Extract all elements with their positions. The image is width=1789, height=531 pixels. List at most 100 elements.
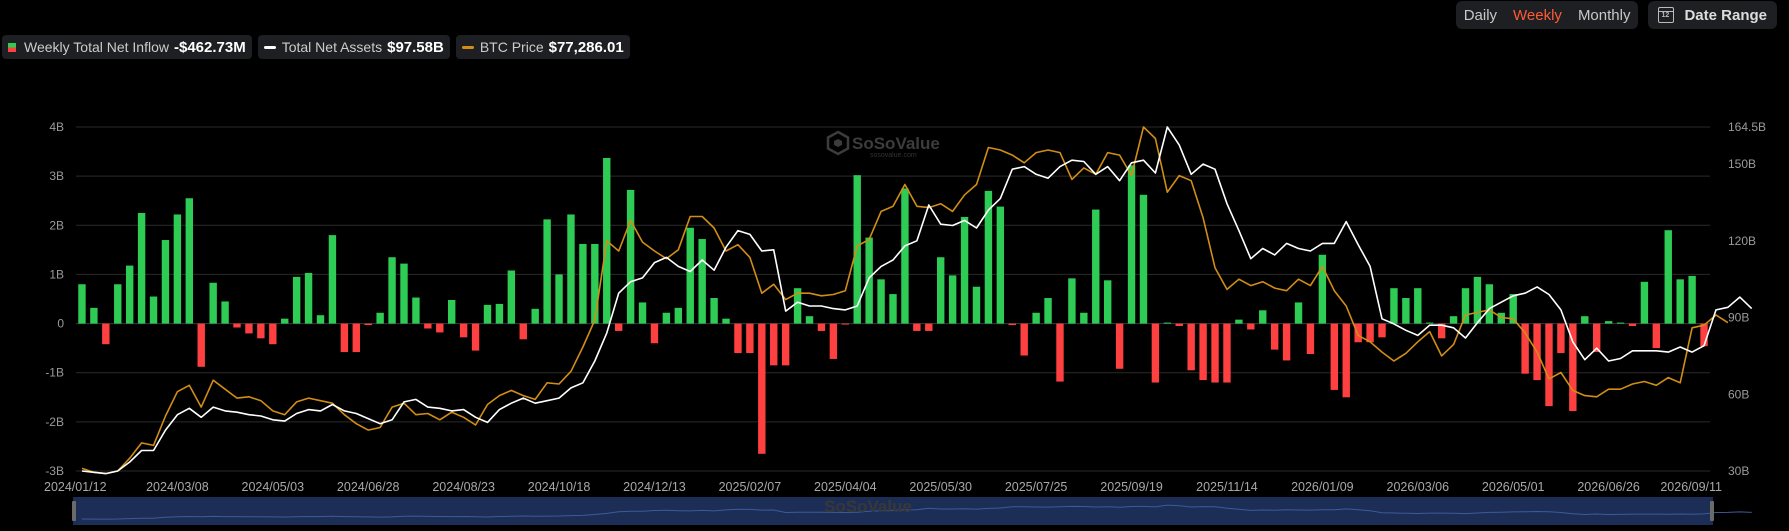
inflow-bar	[1306, 323, 1315, 355]
inflow-bar	[805, 316, 814, 324]
inflow-bar	[137, 213, 146, 324]
x-tick-label: 2026/06/26	[1577, 480, 1640, 494]
inflow-bar	[1127, 165, 1136, 324]
inflow-bar	[1115, 323, 1124, 369]
inflow-bar	[614, 323, 623, 331]
x-tick-label: 2025/07/25	[1005, 480, 1068, 494]
inflow-bar	[412, 297, 420, 324]
inflow-bar	[1008, 323, 1016, 326]
inflow-bar	[1032, 312, 1040, 324]
x-tick-label: 2024/03/08	[146, 480, 209, 494]
x-tick-label: 2024/05/03	[242, 480, 305, 494]
inflow-bar	[352, 323, 360, 353]
inflow-bar	[567, 214, 575, 324]
inflow-bar	[662, 312, 671, 324]
inflow-bar	[448, 299, 456, 324]
inflow-bar	[650, 323, 659, 344]
inflow-bar	[316, 315, 325, 324]
inflow-bar	[1223, 323, 1231, 383]
inflow-bar	[638, 302, 647, 324]
right-tick-label: 164.5B	[1728, 120, 1766, 134]
inflow-bar	[841, 323, 849, 325]
inflow-bar	[90, 307, 98, 324]
inflow-bar	[1330, 323, 1338, 390]
inflow-bar	[865, 237, 873, 324]
inflow-bar	[209, 282, 217, 324]
inflow-bar	[149, 296, 158, 324]
inflow-bar	[483, 304, 492, 324]
inflow-bar	[471, 323, 480, 351]
inflow-bar	[269, 323, 277, 345]
inflow-bar	[507, 270, 516, 324]
inflow-bar	[1294, 302, 1303, 324]
inflow-bar	[364, 323, 372, 326]
inflow-bar	[173, 214, 182, 324]
inflow-bar	[1247, 323, 1255, 330]
inflow-bar	[1640, 281, 1649, 324]
inflow-bar	[1056, 323, 1064, 382]
inflow-bar	[185, 198, 194, 324]
inflow-bar	[1020, 323, 1028, 356]
inflow-bar	[829, 323, 838, 359]
inflow-bar	[1449, 316, 1458, 324]
inflow-bar	[1581, 316, 1589, 324]
left-tick-label: -1B	[45, 366, 64, 380]
inflow-bar	[579, 243, 587, 324]
inflow-bar	[758, 323, 766, 454]
inflow-bar	[555, 274, 563, 324]
inflow-bar	[1354, 323, 1362, 343]
inflow-bar	[1461, 288, 1470, 324]
inflow-bar	[1664, 230, 1672, 324]
inflow-bar	[1616, 322, 1625, 324]
inflow-bar	[1473, 276, 1482, 324]
inflow-bar	[1414, 288, 1422, 324]
inflow-bar	[1187, 323, 1195, 371]
inflow-bar	[674, 307, 683, 324]
inflow-bar	[114, 284, 122, 324]
x-tick-label: 2025/09/19	[1100, 480, 1163, 494]
inflow-bar	[1139, 194, 1148, 324]
inflow-bar	[889, 294, 897, 324]
range-navigator[interactable]: SoSoValue	[72, 497, 1752, 525]
inflow-bar	[1270, 323, 1279, 350]
inflow-bar	[1235, 319, 1243, 324]
inflow-bar	[1342, 323, 1350, 398]
inflow-bar	[1628, 323, 1637, 327]
left-tick-label: -3B	[45, 464, 64, 478]
inflow-bar	[901, 188, 909, 324]
inflow-bar	[722, 318, 730, 324]
inflow-bar	[746, 323, 754, 354]
inflow-bar	[328, 235, 337, 324]
inflow-bar	[960, 216, 969, 324]
navigator-left-handle	[72, 501, 76, 521]
inflow-bar	[161, 240, 170, 324]
right-tick-label: 30B	[1728, 464, 1749, 478]
inflow-bar	[925, 323, 933, 331]
watermark: SoSoValue sosovalue.com	[826, 130, 940, 159]
inflow-bar	[1103, 280, 1112, 324]
inflow-bar	[281, 318, 289, 324]
inflow-bar	[710, 298, 718, 324]
inflow-bar	[1557, 323, 1565, 354]
inflow-bar	[948, 275, 957, 324]
inflow-bar	[1282, 323, 1291, 361]
watermark-site: sosovalue.com	[870, 152, 917, 159]
inflow-bar	[1175, 323, 1183, 327]
inflow-bar	[1676, 279, 1684, 324]
x-tick-label: 2024/06/28	[337, 480, 400, 494]
inflow-bar	[102, 323, 110, 345]
inflow-bar	[257, 323, 265, 339]
inflow-bar	[543, 219, 551, 324]
left-tick-label: 3B	[49, 169, 64, 183]
inflow-bar	[1092, 209, 1100, 324]
inflow-bar	[436, 323, 444, 333]
inflow-bar	[1604, 321, 1613, 324]
inflow-bar	[495, 303, 504, 324]
inflow-bar	[221, 301, 229, 324]
x-tick-label: 2024/10/18	[528, 480, 591, 494]
x-tick-label: 2026/05/01	[1482, 480, 1545, 494]
inflow-bar	[1652, 323, 1661, 349]
inflow-bar	[877, 279, 885, 324]
inflow-bar	[686, 227, 694, 324]
inflow-bar	[1390, 288, 1398, 324]
